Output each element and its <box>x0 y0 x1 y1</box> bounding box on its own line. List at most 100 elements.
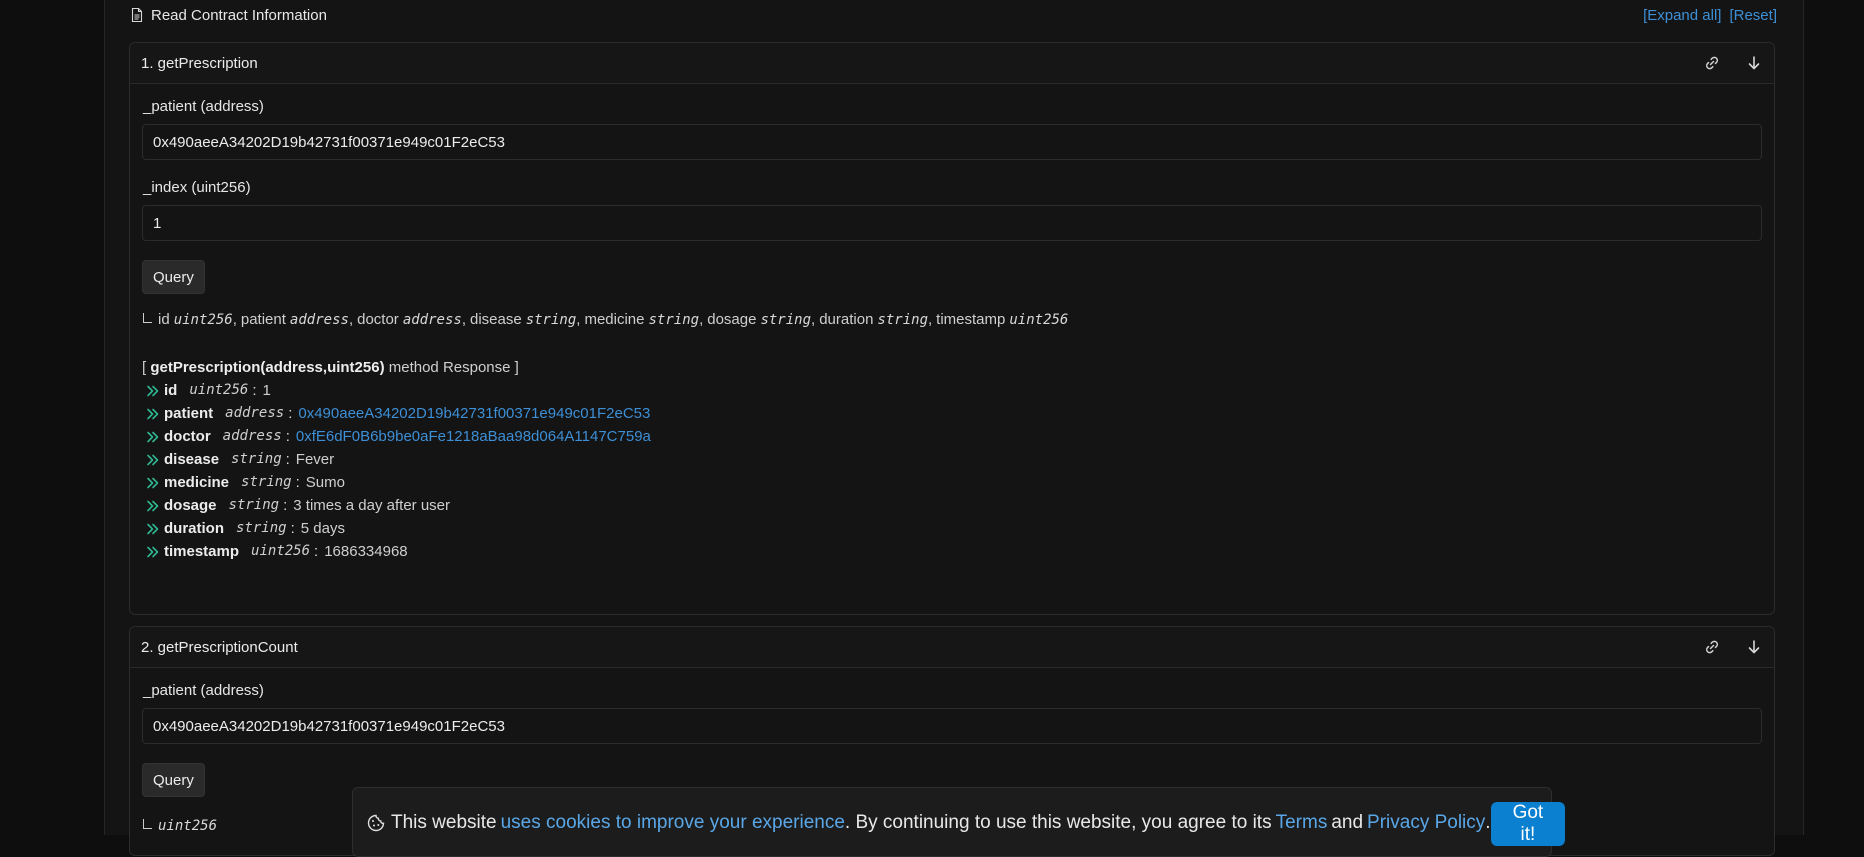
signature-param-type: string <box>877 312 928 328</box>
patient-label: _patient (address) <box>143 98 264 115</box>
response-key: timestamp <box>164 543 240 560</box>
response-colon: : <box>314 543 319 560</box>
signature-param-type: address <box>289 312 349 328</box>
cookie-icon <box>367 814 385 832</box>
query-button[interactable]: Query <box>142 260 205 294</box>
response-colon: : <box>295 474 300 491</box>
response-value: 5 days <box>300 520 345 537</box>
return-corner-icon <box>143 313 152 323</box>
response-value: 1 <box>262 382 271 399</box>
response-type: address <box>225 405 285 421</box>
double-chevron-icon <box>146 500 160 512</box>
got-it-button[interactable]: Got it! <box>1490 802 1566 846</box>
index-input[interactable] <box>142 205 1762 241</box>
terms-link[interactable]: Terms <box>1276 812 1328 834</box>
response-address-link[interactable]: 0xfE6dF0B6b9be0aFe1218aBaa98d064A1147C75… <box>296 425 651 448</box>
response-type: string <box>236 520 287 536</box>
link-icon[interactable] <box>1702 637 1722 657</box>
cookie-and: and <box>1331 812 1364 833</box>
double-chevron-icon <box>146 408 160 420</box>
response-colon: : <box>285 428 290 445</box>
cookie-text-1: This website <box>391 812 497 833</box>
response-key: medicine <box>164 474 230 491</box>
response-value: 1686334968 <box>324 543 408 560</box>
return-signature: id uint256, patient address, doctor address, d… <box>142 311 1762 329</box>
response-type: string <box>231 451 282 467</box>
response-address-link[interactable]: 0x490aeeA34202D19b42731f00371e949c01F2eC… <box>298 402 650 425</box>
read-contract-header: Read Contract Information [Expand all] [… <box>131 0 1777 30</box>
signature-param-name: doctor <box>357 311 399 328</box>
method-title: 2. getPrescriptionCount <box>141 638 298 656</box>
privacy-policy-link[interactable]: Privacy Policy <box>1367 812 1485 834</box>
signature-param-name: medicine <box>584 311 645 328</box>
double-chevron-icon <box>146 385 160 397</box>
response-row: duration string:5 days <box>142 517 1762 540</box>
response-key: disease <box>164 451 220 468</box>
query-button[interactable]: Query <box>142 763 205 797</box>
arrow-down-icon[interactable] <box>1744 637 1764 657</box>
signature-param-type: address <box>402 312 462 328</box>
patient-address-input[interactable] <box>142 124 1762 160</box>
response-key: id <box>164 382 178 399</box>
response-type: string <box>228 497 280 513</box>
response-type: address <box>222 428 282 444</box>
method-card-header[interactable]: 2. getPrescriptionCount <box>130 627 1774 668</box>
cookie-period: . <box>1485 812 1491 833</box>
section-title-text: Read Contract Information <box>151 6 327 24</box>
response-key: doctor <box>164 428 211 445</box>
response-type: uint256 <box>251 543 311 559</box>
signature-param-name: timestamp <box>936 311 1006 328</box>
response-colon: : <box>290 520 295 537</box>
method-response: [ getPrescription(address,uint256) metho… <box>142 356 1762 563</box>
patient-label: _patient (address) <box>143 682 264 699</box>
double-chevron-icon <box>146 431 160 443</box>
response-colon: : <box>285 451 290 468</box>
signature-param-name: dosage <box>707 311 757 328</box>
document-icon <box>131 8 143 22</box>
index-label: _index (uint256) <box>143 179 251 196</box>
signature-param-name: patient <box>240 311 286 328</box>
response-row: patient address:0x490aeeA34202D19b42731f0… <box>142 402 1762 425</box>
return-corner-icon <box>143 819 152 829</box>
response-row: doctor address:0xfE6dF0B6b9be0aFe1218aBaa… <box>142 425 1762 448</box>
link-icon[interactable] <box>1702 53 1722 73</box>
method-card-header[interactable]: 1. getPrescription <box>130 43 1774 84</box>
response-row: medicine string: Sumo <box>142 471 1762 494</box>
response-row: id uint256:1 <box>142 379 1762 402</box>
response-type: string <box>241 474 292 490</box>
method-title: 1. getPrescription <box>141 54 258 72</box>
expand-all-link[interactable]: [Expand all] <box>1643 7 1721 24</box>
response-value: Fever <box>295 451 335 468</box>
double-chevron-icon <box>146 523 160 535</box>
response-key: duration <box>164 520 224 537</box>
signature-param-name: duration <box>819 311 874 328</box>
signature-param-name: disease <box>470 311 522 328</box>
signature-param-name: id <box>158 311 170 328</box>
response-value: 3 times a day after user <box>293 497 451 514</box>
patient-address-input[interactable] <box>142 708 1762 744</box>
response-type: uint256 <box>189 382 249 398</box>
double-chevron-icon <box>146 454 160 466</box>
response-header: [ getPrescription(address,uint256) metho… <box>142 359 519 376</box>
signature-param-type: string <box>760 312 812 328</box>
return-type: uint256 <box>158 818 218 834</box>
response-colon: : <box>288 405 293 422</box>
reset-link[interactable]: [Reset] <box>1729 7 1777 24</box>
response-colon: : <box>283 497 288 514</box>
response-key: patient <box>164 405 214 422</box>
signature-param-type: uint256 <box>1009 312 1069 328</box>
response-row: timestamp uint256:1686334968 <box>142 540 1762 563</box>
cookie-text-2: . By continuing to use this website, you… <box>844 812 1272 833</box>
method-card-getPrescription: 1. getPrescription _patient (address) _i… <box>129 42 1775 615</box>
response-row: disease string: Fever <box>142 448 1762 471</box>
response-colon: : <box>252 382 257 399</box>
response-method-name: getPrescription(address,uint256) <box>150 359 385 376</box>
response-value: Sumo <box>305 474 345 491</box>
response-row: dosage string:3 times a day after user <box>142 494 1762 517</box>
arrow-down-icon[interactable] <box>1744 53 1764 73</box>
section-title: Read Contract Information <box>131 7 327 24</box>
cookie-banner: This website uses cookies to improve you… <box>352 787 1566 857</box>
cookie-policy-link[interactable]: uses cookies to improve your experience <box>501 812 845 834</box>
double-chevron-icon <box>146 477 160 489</box>
response-key: dosage <box>164 497 217 514</box>
